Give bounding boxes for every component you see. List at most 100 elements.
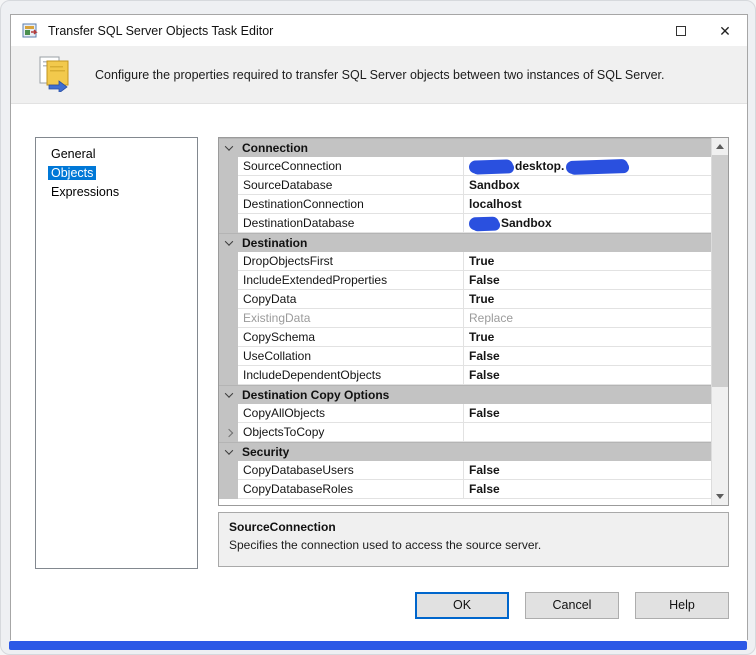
property-row[interactable]: CopySchema True	[219, 328, 711, 347]
property-name[interactable]: ExistingData	[238, 309, 464, 328]
row-indent	[219, 461, 238, 480]
row-indent	[219, 309, 238, 328]
property-value[interactable]: desktop.	[464, 157, 711, 176]
property-row[interactable]: ObjectsToCopy	[219, 423, 711, 442]
property-row[interactable]: IncludeDependentObjects False	[219, 366, 711, 385]
property-value-text: False	[469, 273, 500, 287]
chevron-down-icon	[224, 446, 233, 455]
property-name[interactable]: CopyDatabaseUsers	[238, 461, 464, 480]
property-grid: Connection SourceConnection desktop. Source…	[219, 138, 711, 505]
property-value[interactable]: False	[464, 461, 711, 480]
row-indent	[219, 480, 238, 499]
property-value[interactable]: False	[464, 366, 711, 385]
property-row[interactable]: SourceDatabase Sandbox	[219, 176, 711, 195]
sidebar-item-label[interactable]: Expressions	[48, 185, 122, 199]
scrollbar-track[interactable]	[712, 387, 728, 488]
window-controls: ✕	[659, 15, 747, 46]
scrollbar-thumb[interactable]	[712, 155, 728, 387]
row-indent	[219, 404, 238, 423]
property-value[interactable]: Replace	[464, 309, 711, 328]
property-row[interactable]: IncludeExtendedProperties False	[219, 271, 711, 290]
property-value-text: localhost	[469, 197, 522, 211]
property-row[interactable]: CopyAllObjects False	[219, 404, 711, 423]
sidebar-item-objects[interactable]: Objects	[36, 164, 197, 183]
property-name[interactable]: CopyAllObjects	[238, 404, 464, 423]
sidebar-item-label[interactable]: Objects	[48, 166, 97, 180]
ok-button[interactable]: OK	[415, 591, 509, 619]
chevron-right-icon	[224, 428, 233, 437]
property-name[interactable]: SourceDatabase	[238, 176, 464, 195]
property-value[interactable]: Sandbox	[464, 214, 711, 233]
property-name[interactable]: DropObjectsFirst	[238, 252, 464, 271]
category-title: Connection	[242, 141, 308, 155]
scroll-up-button[interactable]	[712, 138, 728, 155]
property-value[interactable]	[464, 423, 711, 442]
screen-background: Transfer SQL Server Objects Task Editor …	[0, 0, 756, 655]
row-indent	[219, 214, 238, 233]
dialog-header: Configure the properties required to tra…	[11, 46, 747, 104]
property-value-text: False	[469, 406, 500, 420]
category-row[interactable]: Destination Copy Options	[219, 385, 711, 404]
property-name[interactable]: CopyDatabaseRoles	[238, 480, 464, 499]
row-indent	[219, 252, 238, 271]
transfer-task-icon	[37, 52, 75, 97]
pages-list: General Objects Expressions	[35, 137, 198, 569]
scroll-down-icon	[716, 494, 724, 499]
category-collapse-chevron[interactable]	[219, 139, 238, 157]
chevron-down-icon	[224, 142, 233, 151]
property-row[interactable]: CopyData True	[219, 290, 711, 309]
property-row[interactable]: CopyDatabaseRoles False	[219, 480, 711, 499]
property-name[interactable]: DestinationDatabase	[238, 214, 464, 233]
property-name[interactable]: IncludeDependentObjects	[238, 366, 464, 385]
property-name[interactable]: UseCollation	[238, 347, 464, 366]
property-name[interactable]: ObjectsToCopy	[238, 423, 464, 442]
property-name[interactable]: DestinationConnection	[238, 195, 464, 214]
property-value[interactable]: True	[464, 252, 711, 271]
sidebar-item-expressions[interactable]: Expressions	[36, 183, 197, 202]
property-value[interactable]: False	[464, 404, 711, 423]
property-value[interactable]: False	[464, 347, 711, 366]
property-row[interactable]: UseCollation False	[219, 347, 711, 366]
property-value[interactable]: False	[464, 480, 711, 499]
category-row[interactable]: Security	[219, 442, 711, 461]
property-value[interactable]: False	[464, 271, 711, 290]
row-indent	[219, 347, 238, 366]
property-row[interactable]: DropObjectsFirst True	[219, 252, 711, 271]
vertical-scrollbar[interactable]	[711, 138, 728, 505]
close-button[interactable]: ✕	[703, 15, 747, 46]
dialog-description: Configure the properties required to tra…	[95, 67, 665, 82]
property-value-text: False	[469, 463, 500, 477]
property-value-text: Replace	[469, 311, 514, 325]
category-collapse-chevron[interactable]	[219, 443, 238, 461]
property-name[interactable]: CopyData	[238, 290, 464, 309]
property-value-text: Sandbox	[501, 216, 552, 230]
scroll-down-button[interactable]	[712, 488, 728, 505]
property-row[interactable]: DestinationConnection localhost	[219, 195, 711, 214]
property-row[interactable]: CopyDatabaseUsers False	[219, 461, 711, 480]
category-row[interactable]: Destination	[219, 233, 711, 252]
property-row[interactable]: DestinationDatabase Sandbox	[219, 214, 711, 233]
sidebar-item-label[interactable]: General	[48, 147, 98, 161]
property-value-text: False	[469, 482, 500, 496]
row-indent	[219, 157, 238, 176]
property-value[interactable]: True	[464, 290, 711, 309]
sidebar-item-general[interactable]: General	[36, 145, 197, 164]
property-name[interactable]: IncludeExtendedProperties	[238, 271, 464, 290]
maximize-button[interactable]	[659, 15, 703, 46]
row-indent	[219, 195, 238, 214]
category-title: Destination Copy Options	[242, 388, 390, 402]
property-value[interactable]: Sandbox	[464, 176, 711, 195]
window-title: Transfer SQL Server Objects Task Editor	[48, 23, 274, 38]
category-collapse-chevron[interactable]	[219, 386, 238, 404]
property-value[interactable]: True	[464, 328, 711, 347]
property-name[interactable]: SourceConnection	[238, 157, 464, 176]
category-collapse-chevron[interactable]	[219, 234, 238, 252]
category-row[interactable]: Connection	[219, 138, 711, 157]
cancel-button[interactable]: Cancel	[525, 591, 619, 619]
property-name[interactable]: CopySchema	[238, 328, 464, 347]
row-indent	[219, 176, 238, 195]
help-button[interactable]: Help	[635, 591, 729, 619]
property-row[interactable]: SourceConnection desktop.	[219, 157, 711, 176]
property-row[interactable]: ExistingData Replace	[219, 309, 711, 328]
property-value[interactable]: localhost	[464, 195, 711, 214]
